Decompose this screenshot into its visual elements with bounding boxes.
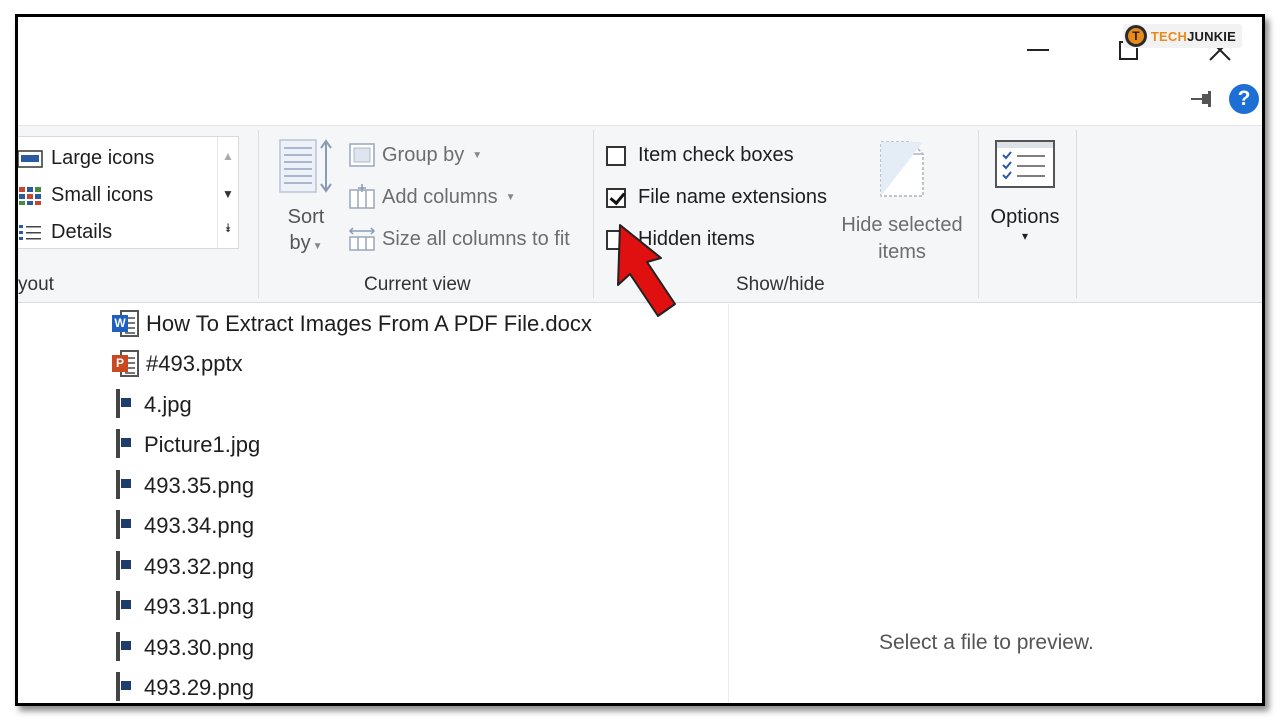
file-name: How To Extract Images From A PDF File.do… xyxy=(146,311,592,336)
large-icons-option[interactable]: Large icons xyxy=(18,147,155,170)
list-item[interactable]: P #493.pptx xyxy=(112,346,243,382)
file-name-extensions-label: File name extensions xyxy=(638,186,827,208)
list-item[interactable]: W How To Extract Images From A PDF File.… xyxy=(112,306,592,342)
list-item[interactable]: 493.34.png xyxy=(112,508,254,544)
sort-by-button[interactable]: Sort by ▼ xyxy=(276,138,336,260)
list-item[interactable]: 493.31.png xyxy=(112,589,254,625)
image-file-icon xyxy=(112,591,138,621)
file-name: 493.34.png xyxy=(144,513,255,538)
image-file-icon xyxy=(112,389,138,419)
word-doc-icon: W xyxy=(112,310,140,338)
small-icons-option[interactable]: Small icons xyxy=(18,184,154,207)
image-file-icon xyxy=(112,672,138,702)
details-option[interactable]: Details xyxy=(18,221,113,244)
minimize-icon xyxy=(1027,49,1049,51)
group-by-icon xyxy=(348,142,376,168)
powerpoint-icon: P xyxy=(112,350,140,378)
large-icons-icon xyxy=(18,149,43,169)
options-icon xyxy=(995,140,1055,188)
show-hide-group-label: Show/hide xyxy=(736,274,825,295)
sort-label-line1: Sort xyxy=(287,206,325,228)
pin-ribbon-icon[interactable] xyxy=(1190,89,1216,109)
layout-group-label: yout xyxy=(18,274,54,295)
item-check-boxes-checkbox[interactable] xyxy=(606,145,626,166)
details-label: Details xyxy=(51,221,113,243)
image-file-icon xyxy=(112,429,138,459)
group-by-button[interactable]: Group by ▼ xyxy=(348,142,482,168)
list-item[interactable]: Picture1.jpg xyxy=(112,427,260,463)
hide-selected-label-line2: items xyxy=(878,241,926,263)
size-columns-button[interactable]: Size all columns to fit xyxy=(348,226,570,252)
details-icon xyxy=(18,223,43,243)
image-file-icon xyxy=(112,632,138,662)
hide-selected-label-line1: Hide selected xyxy=(841,214,963,236)
add-columns-icon xyxy=(348,184,376,210)
group-divider xyxy=(978,130,979,298)
add-columns-caret-icon: ▼ xyxy=(505,191,516,203)
group-divider xyxy=(593,130,594,298)
image-file-icon xyxy=(112,551,138,581)
minimize-button[interactable] xyxy=(1016,34,1060,66)
hide-selected-items-button[interactable]: Hide selected items xyxy=(836,140,968,266)
expand-gallery-icon[interactable]: ⯯ xyxy=(218,221,238,236)
file-name: 493.35.png xyxy=(144,473,255,498)
help-icon: ? xyxy=(1237,87,1251,110)
group-divider xyxy=(1076,130,1077,298)
options-caret-icon: ▾ xyxy=(1021,229,1029,243)
list-item[interactable]: 493.30.png xyxy=(112,630,254,666)
help-button[interactable]: ? xyxy=(1229,84,1259,114)
add-columns-label: Add columns xyxy=(382,185,498,208)
preview-pane: Select a file to preview. xyxy=(728,304,1262,703)
sort-caret-icon: ▼ xyxy=(312,241,323,252)
techjunkie-logo-icon xyxy=(1124,25,1147,47)
file-name: Picture1.jpg xyxy=(144,432,261,457)
current-view-group-label: Current view xyxy=(364,274,471,295)
file-name: 493.30.png xyxy=(144,635,255,660)
file-name: 493.31.png xyxy=(144,594,255,619)
options-button[interactable]: Options ▾ xyxy=(988,140,1062,243)
list-item[interactable]: 493.32.png xyxy=(112,549,254,585)
size-columns-label: Size all columns to fit xyxy=(382,227,570,250)
hide-selected-icon xyxy=(877,140,927,200)
file-name: 493.32.png xyxy=(144,554,255,579)
scroll-down-icon[interactable]: ▼ xyxy=(218,187,238,201)
file-list: W How To Extract Images From A PDF File.… xyxy=(18,304,728,703)
sort-icon xyxy=(278,138,334,196)
layout-gallery: Large icons Small icons Details ▲ ▼ ⯯ xyxy=(18,136,239,249)
file-name-extensions-checkbox[interactable] xyxy=(606,187,626,208)
file-name: 493.29.png xyxy=(144,675,255,700)
small-icons-label: Small icons xyxy=(51,184,154,206)
list-item[interactable]: 4.jpg xyxy=(112,387,192,423)
group-divider xyxy=(258,130,259,298)
size-columns-icon xyxy=(348,226,376,252)
sort-label-line2: by xyxy=(289,232,311,254)
scroll-up-icon[interactable]: ▲ xyxy=(218,149,238,163)
watermark-text: TECHJUNKIE xyxy=(1150,28,1236,44)
layout-gallery-scroller: ▲ ▼ ⯯ xyxy=(217,137,237,248)
techjunkie-watermark: TECHJUNKIE xyxy=(1122,24,1242,48)
file-name: 4.jpg xyxy=(144,392,192,417)
large-icons-label: Large icons xyxy=(51,147,155,169)
file-explorer-window: TECHJUNKIE ? Large icons Small icons xyxy=(15,14,1265,706)
small-icons-icon xyxy=(18,186,43,206)
add-columns-button[interactable]: Add columns ▼ xyxy=(348,184,516,210)
group-by-caret-icon: ▼ xyxy=(472,149,483,161)
item-check-boxes-toggle[interactable]: Item check boxes xyxy=(606,144,794,167)
options-label: Options xyxy=(990,206,1060,228)
image-file-icon xyxy=(112,510,138,540)
group-by-label: Group by xyxy=(382,143,465,166)
list-item[interactable]: 493.29.png xyxy=(112,670,255,703)
file-name: #493.pptx xyxy=(146,351,243,376)
file-name-extensions-toggle[interactable]: File name extensions xyxy=(606,186,827,209)
item-check-boxes-label: Item check boxes xyxy=(638,144,794,166)
list-item[interactable]: 493.35.png xyxy=(112,468,254,504)
preview-message: Select a file to preview. xyxy=(879,631,1094,654)
red-arrow-icon xyxy=(617,224,676,317)
image-file-icon xyxy=(112,470,138,500)
